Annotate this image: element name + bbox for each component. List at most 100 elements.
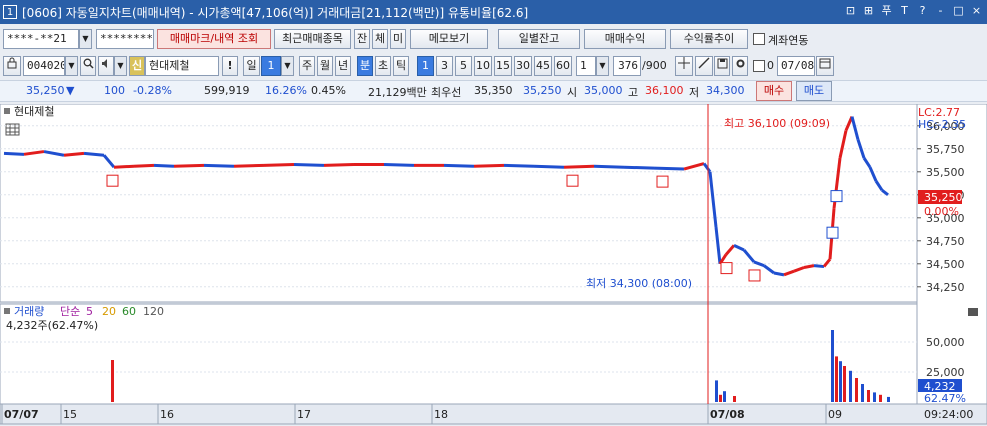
count-dropdown[interactable]: ▼ [596, 56, 609, 76]
price-segment [233, 163, 265, 168]
period-year-button[interactable]: 년 [335, 56, 351, 76]
period-month-button[interactable]: 월 [317, 56, 333, 76]
trade-mark-button[interactable]: 매매마크/내역 조회 [157, 29, 271, 49]
memo-button[interactable]: 메모보기 [410, 29, 488, 49]
minute-60-button[interactable]: 60 [554, 56, 572, 76]
trade-profit-button[interactable]: 매매수익 [584, 29, 666, 49]
account-input[interactable]: ****-**21 [3, 29, 79, 49]
minute-45-button[interactable]: 45 [534, 56, 552, 76]
period-dropdown[interactable]: ▼ [281, 56, 294, 76]
count-field[interactable]: 1 [576, 56, 596, 76]
price-tick-label: 34,750 [926, 235, 965, 248]
volume-legend-ma60: 60 [122, 305, 136, 318]
font-icon[interactable]: T [898, 4, 911, 18]
window-title: [0606] 자동일지차트(매매내역) - 시가총액[47,106(억)] 거래… [22, 5, 529, 20]
period-tick-button[interactable]: 틱 [393, 56, 409, 76]
minute-15-button[interactable]: 15 [494, 56, 512, 76]
account-dropdown[interactable]: ▼ [79, 29, 92, 49]
buy-marker [656, 175, 669, 188]
hc-label: HC:-2.35 [918, 118, 966, 131]
time-label: 09:24:00 [924, 408, 973, 421]
low-annotation: 최저 34,300 (08:00) [586, 277, 692, 290]
change-arrow: ▼ [66, 84, 75, 97]
price-segment [3, 151, 25, 156]
minute-5-button[interactable]: 5 [455, 56, 472, 76]
stock-code-input[interactable]: 004020 [23, 56, 65, 76]
volume-bar [879, 394, 882, 402]
period-second-button[interactable]: 초 [375, 56, 391, 76]
stock-name-field[interactable]: 현대제철 [145, 56, 219, 76]
period-minute-button[interactable]: 분 [357, 56, 373, 76]
date-input[interactable]: 07/08 [777, 56, 815, 76]
volume-collapse-icon[interactable] [4, 308, 10, 314]
pin-icon[interactable]: 푸 [880, 4, 893, 18]
daily-balance-button[interactable]: 일별잔고 [498, 29, 580, 49]
sell-button[interactable]: 매도 [796, 81, 832, 101]
minute-1-button[interactable]: 1 [417, 56, 434, 76]
volume-bar [849, 370, 852, 402]
volume-pct-label: 62.47% [924, 392, 966, 405]
lock-icon[interactable] [3, 56, 21, 76]
price-segment [383, 162, 415, 167]
minute-3-button[interactable]: 3 [436, 56, 453, 76]
time-tick-label: 09 [828, 408, 842, 421]
best-price-label: 최우선 [431, 86, 462, 99]
help-icon[interactable]: ? [916, 4, 929, 18]
price-segment [63, 151, 85, 157]
return-trend-button[interactable]: 수익률추이 [670, 29, 748, 49]
period-day-button[interactable]: 일 [243, 56, 260, 76]
link-icon[interactable]: ⊡ [844, 4, 857, 18]
recent-trades-button[interactable]: 최근매매종목 [274, 29, 351, 49]
executed-button[interactable]: 체 [372, 29, 388, 49]
price-segment [593, 164, 625, 169]
volume-close-icon[interactable] [968, 308, 978, 316]
period-week-button[interactable]: 주 [299, 56, 315, 76]
volume-bar [715, 380, 718, 402]
save-icon[interactable] [714, 56, 730, 76]
search-icon[interactable] [80, 56, 96, 76]
window-number: 1 [3, 5, 17, 19]
price-change-pct: -0.28% [133, 84, 172, 97]
price-segment [563, 164, 595, 169]
minute-10-button[interactable]: 10 [474, 56, 492, 76]
minimize-button[interactable]: - [934, 4, 947, 18]
unfilled-button[interactable]: 미 [390, 29, 406, 49]
time-tick-label: 18 [434, 408, 448, 421]
collapse-icon[interactable] [4, 108, 10, 114]
price-segment [503, 163, 535, 168]
chart-canvas[interactable]: 현대제철 36,00035,75035,50035,25035,00034,75… [0, 103, 987, 426]
volume-tick-label: 50,000 [926, 336, 965, 349]
speaker-icon[interactable] [98, 56, 114, 76]
speaker-dropdown[interactable]: ▼ [114, 56, 127, 76]
calendar-icon[interactable] [816, 56, 834, 76]
volume-bar [723, 391, 726, 402]
price-segment [113, 164, 135, 169]
account-link-checkbox[interactable] [753, 33, 765, 45]
data-count-field[interactable]: 376 [613, 56, 641, 76]
price-segment [773, 271, 785, 277]
volume-bar [867, 390, 870, 402]
volume-bar [835, 356, 838, 402]
price-segment [133, 163, 155, 168]
period-value-field[interactable]: 1 [261, 56, 281, 76]
minute-30-button[interactable]: 30 [514, 56, 532, 76]
crosshair-icon[interactable] [675, 56, 693, 76]
gear-icon[interactable] [732, 56, 748, 76]
window-controls: ⊡ ⊞ 푸 T ? - □ × [844, 4, 983, 18]
maximize-button[interactable]: □ [952, 4, 965, 18]
low-label: 저 [689, 86, 700, 99]
close-button[interactable]: × [970, 4, 983, 18]
price-segment [173, 163, 205, 168]
layout-icon[interactable]: ⊞ [862, 4, 875, 18]
buy-button[interactable]: 매수 [756, 81, 792, 101]
draw-tool-icon[interactable] [695, 56, 713, 76]
stock-code-dropdown[interactable]: ▼ [65, 56, 78, 76]
balance-button[interactable]: 잔 [354, 29, 370, 49]
price-chart[interactable]: 현대제철 36,00035,75035,50035,25035,00034,75… [0, 103, 987, 426]
date-checkbox[interactable] [753, 60, 765, 72]
password-input[interactable]: ******** [96, 29, 154, 49]
account-toolbar: ****-**21 ▼ ******** 매매마크/내역 조회 최근매매종목 잔… [0, 27, 987, 51]
data-max-label: /900 [642, 59, 667, 72]
alert-button[interactable]: ! [222, 56, 238, 76]
quote-bar: 35,250 ▼ 100 -0.28% 599,919 16.26% 0.45%… [0, 80, 987, 102]
